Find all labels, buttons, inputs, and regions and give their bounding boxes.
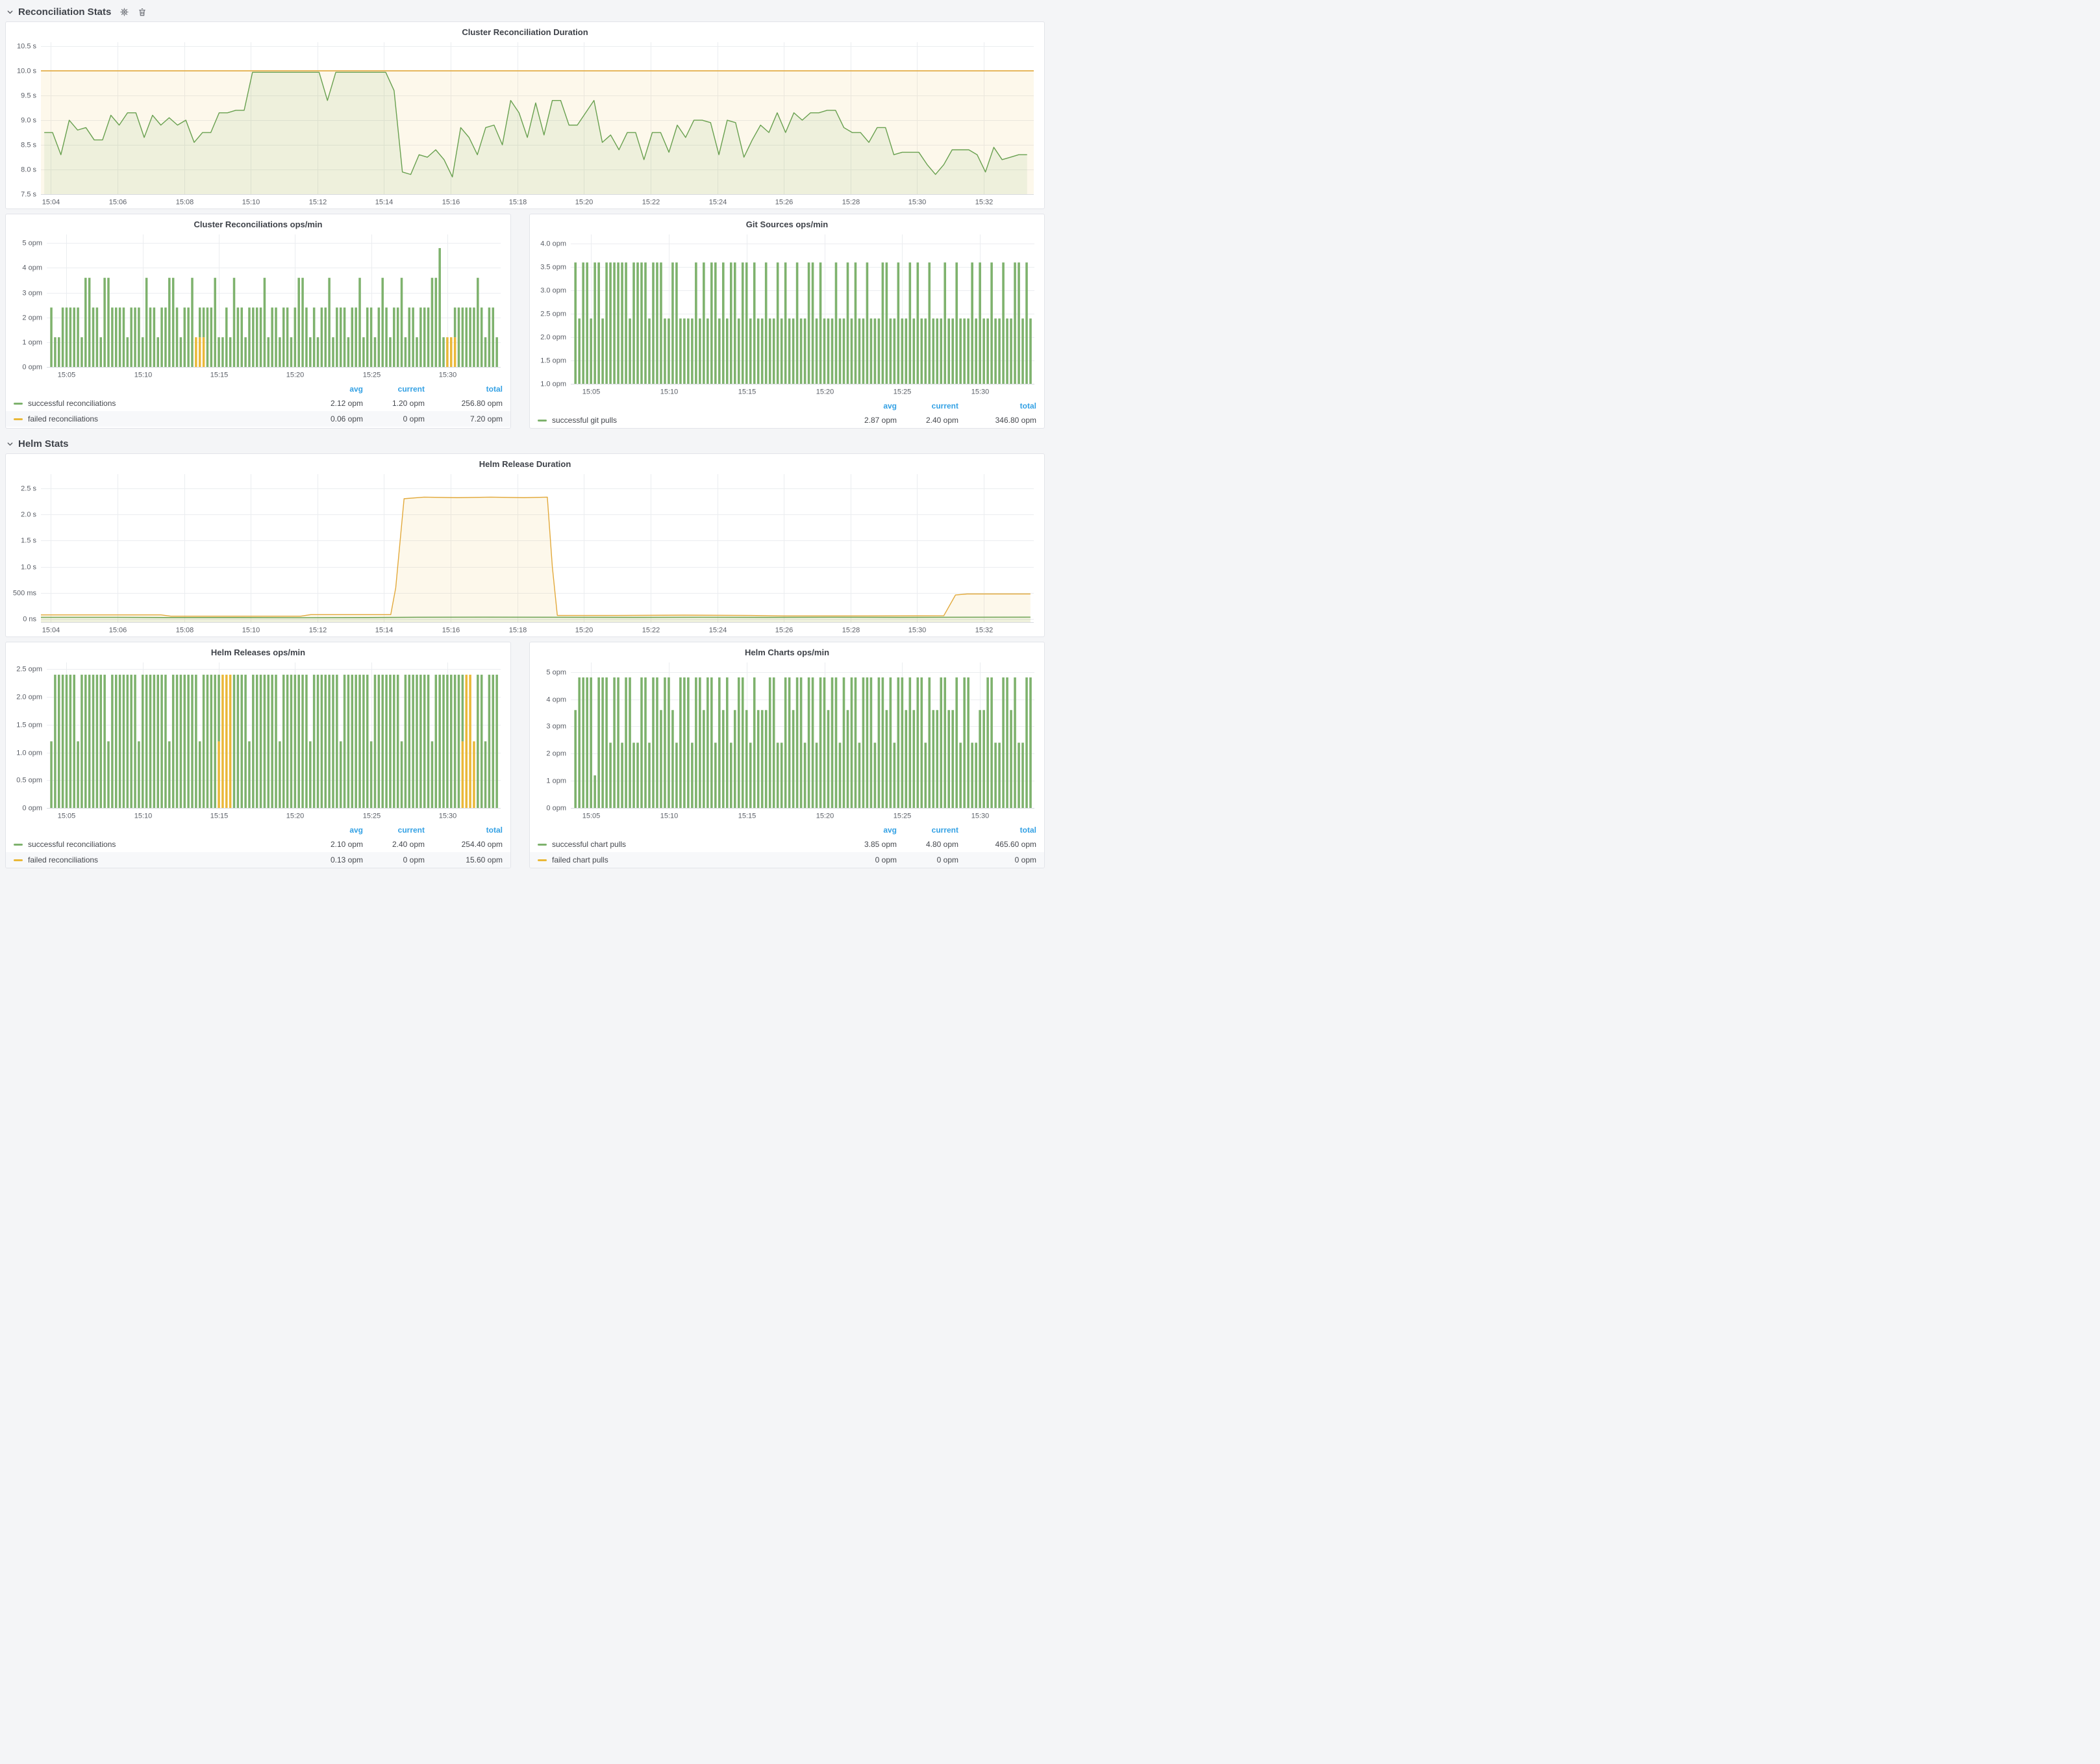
legend-avg-value: 0 opm (829, 855, 897, 864)
legend-total-value: 7.20 opm (425, 414, 503, 423)
legend-sort-current[interactable]: current (363, 384, 425, 394)
legend-avg-value: 2.10 opm (295, 840, 363, 849)
legend-sort-avg[interactable]: avg (829, 401, 897, 410)
section-title[interactable]: Reconciliation Stats (18, 6, 111, 18)
series-color-dash (14, 859, 23, 861)
legend-total-value: 15.60 opm (425, 855, 503, 864)
panel-cluster-reconciliations: Cluster Reconciliations ops/min avg curr… (5, 214, 511, 429)
panel-title[interactable]: Cluster Reconciliations ops/min (6, 214, 510, 231)
legend-sort-avg[interactable]: avg (295, 825, 363, 835)
legend-avg-value: 3.85 opm (829, 840, 897, 849)
legend-series-toggle[interactable]: failed chart pulls (538, 855, 829, 864)
legend: avg current total successful reconciliat… (6, 824, 510, 868)
legend-current-value: 0 opm (363, 414, 425, 423)
legend-series-toggle[interactable]: successful reconciliations (14, 399, 295, 408)
legend-sort-total[interactable]: total (425, 384, 503, 394)
panel-title[interactable]: Helm Charts ops/min (530, 642, 1044, 659)
panel-title[interactable]: Cluster Reconciliation Duration (6, 22, 1044, 38)
panel-git-sources: Git Sources ops/min avg current total su… (529, 214, 1045, 429)
series-color-dash (14, 844, 23, 846)
helm-release-duration-chart[interactable] (11, 470, 1039, 636)
helm-releases-chart[interactable] (10, 659, 506, 822)
legend-row: failed reconciliations 0.13 opm 0 opm 15… (6, 852, 510, 868)
legend-total-value: 0 opm (958, 855, 1036, 864)
legend-series-toggle[interactable]: successful git pulls (538, 416, 829, 425)
series-color-dash (538, 844, 547, 846)
legend-sort-avg[interactable]: avg (295, 384, 363, 394)
legend-sort-total[interactable]: total (958, 825, 1036, 835)
legend-sort-total[interactable]: total (958, 401, 1036, 410)
legend-current-value: 0 opm (363, 855, 425, 864)
helm-charts-chart[interactable] (534, 659, 1040, 822)
legend: avg current total successful chart pulls… (530, 824, 1044, 868)
git-sources-chart[interactable] (534, 231, 1040, 398)
legend-sort-total[interactable]: total (425, 825, 503, 835)
series-color-dash (14, 403, 23, 405)
gear-icon[interactable] (119, 7, 129, 17)
panel-title[interactable]: Helm Releases ops/min (6, 642, 510, 659)
legend-sort-current[interactable]: current (897, 825, 958, 835)
legend-current-value: 4.80 opm (897, 840, 958, 849)
legend-avg-value: 2.87 opm (829, 416, 897, 425)
cluster-reconciliations-chart[interactable] (10, 231, 506, 381)
legend-sort-current[interactable]: current (363, 825, 425, 835)
legend-sort-current[interactable]: current (897, 401, 958, 410)
legend-total-value: 254.40 opm (425, 840, 503, 849)
legend-row: successful git pulls 2.87 opm 2.40 opm 3… (530, 412, 1044, 428)
series-color-dash (538, 859, 547, 861)
legend-series-toggle[interactable]: successful chart pulls (538, 840, 829, 849)
legend-row: successful chart pulls 3.85 opm 4.80 opm… (530, 837, 1044, 852)
section-reconciliation-stats[interactable]: Reconciliation Stats (5, 1, 1045, 21)
panel-helm-release-duration: Helm Release Duration (5, 453, 1045, 637)
legend-avg-value: 0.13 opm (295, 855, 363, 864)
legend-current-value: 2.40 opm (363, 840, 425, 849)
chevron-down-icon (6, 8, 14, 16)
panel-helm-charts: Helm Charts ops/min avg current total su… (529, 642, 1045, 868)
legend-sort-avg[interactable]: avg (829, 825, 897, 835)
legend-row: successful reconciliations 2.12 opm 1.20… (6, 396, 510, 411)
legend-total-value: 346.80 opm (958, 416, 1036, 425)
section-title[interactable]: Helm Stats (18, 438, 69, 449)
legend-current-value: 0 opm (897, 855, 958, 864)
legend-current-value: 1.20 opm (363, 399, 425, 408)
panel-helm-releases: Helm Releases ops/min avg current total … (5, 642, 511, 868)
legend-series-toggle[interactable]: failed reconciliations (14, 414, 295, 423)
cluster-reconciliation-duration-chart[interactable] (11, 38, 1039, 208)
legend-total-value: 465.60 opm (958, 840, 1036, 849)
panel-cluster-reconciliation-duration: Cluster Reconciliation Duration (5, 21, 1045, 209)
legend: avg current total successful git pulls 2… (530, 399, 1044, 428)
section-helm-stats[interactable]: Helm Stats (5, 433, 1045, 453)
legend-avg-value: 0.06 opm (295, 414, 363, 423)
panel-title[interactable]: Git Sources ops/min (530, 214, 1044, 231)
series-color-dash (538, 420, 547, 422)
legend-row: successful reconciliations 2.10 opm 2.40… (6, 837, 510, 852)
legend-row: failed reconciliations 0.06 opm 0 opm 7.… (6, 411, 510, 427)
legend-series-toggle[interactable]: failed reconciliations (14, 855, 295, 864)
series-color-dash (14, 418, 23, 420)
chevron-down-icon (6, 440, 14, 447)
legend-avg-value: 2.12 opm (295, 399, 363, 408)
trash-icon[interactable] (138, 7, 147, 17)
legend-series-toggle[interactable]: successful reconciliations (14, 840, 295, 849)
legend-current-value: 2.40 opm (897, 416, 958, 425)
legend: avg current total successful reconciliat… (6, 383, 510, 427)
panel-title[interactable]: Helm Release Duration (6, 454, 1044, 470)
legend-row: failed chart pulls 0 opm 0 opm 0 opm (530, 852, 1044, 868)
legend-total-value: 256.80 opm (425, 399, 503, 408)
